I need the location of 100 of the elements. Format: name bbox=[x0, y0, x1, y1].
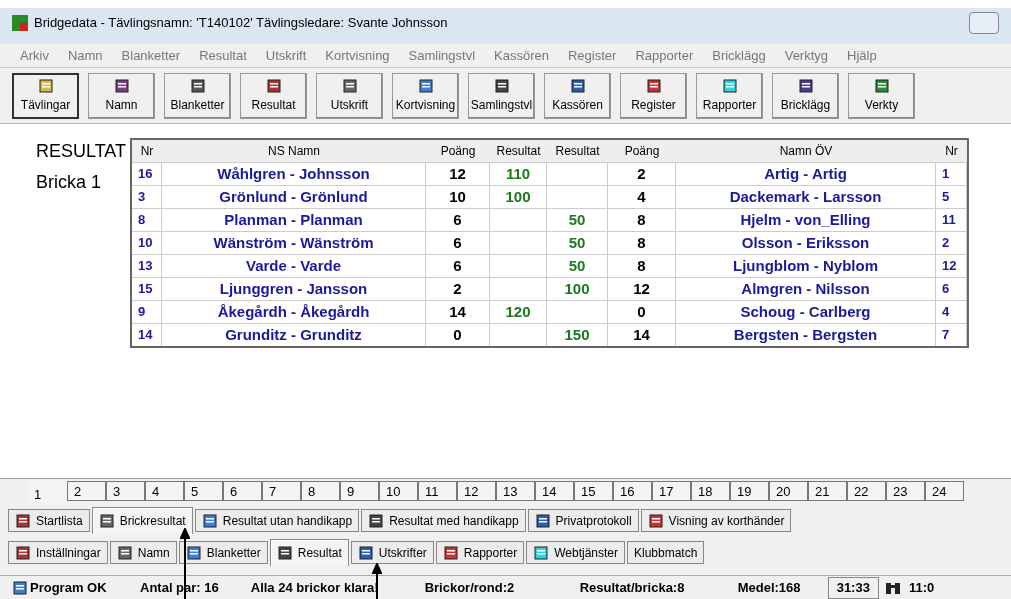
board-tab[interactable]: 11 bbox=[418, 481, 457, 501]
close-button[interactable] bbox=[969, 12, 999, 34]
column-header: NS Namn bbox=[267, 143, 321, 160]
menu-item[interactable]: Rapporter bbox=[635, 45, 694, 66]
board-tab[interactable]: 16 bbox=[613, 481, 652, 501]
tab[interactable]: Resultat med handikapp bbox=[361, 509, 526, 532]
table-cell-text: 9 bbox=[138, 303, 146, 322]
tab-icon bbox=[98, 513, 115, 529]
menu-item[interactable]: Namn bbox=[67, 45, 103, 66]
tab[interactable]: Webtjänster bbox=[526, 541, 625, 564]
table-cell-text: 120 bbox=[505, 301, 531, 322]
tab-icon bbox=[276, 545, 293, 561]
board-tab[interactable]: 14 bbox=[535, 481, 574, 501]
toolbar-button[interactable]: Kortvisning bbox=[392, 72, 459, 119]
tab-icon bbox=[533, 544, 550, 561]
table-cell-text: 0 bbox=[637, 301, 646, 322]
tab[interactable]: Visning av korthänder bbox=[640, 509, 792, 532]
time-text: 31:33 bbox=[827, 576, 879, 599]
column-header: Namn ÖV bbox=[778, 143, 834, 160]
board-tab[interactable]: 23 bbox=[886, 481, 925, 501]
window-title: Bridgedata - Tävlingsnamn: 'T140102' Tävlingsledare: Svante Johnsson bbox=[34, 14, 448, 33]
table-cell-text: 6 bbox=[453, 209, 462, 230]
board-tab[interactable]: 9 bbox=[340, 481, 379, 501]
toolbar-icon bbox=[873, 77, 890, 94]
board-tab[interactable]: 6 bbox=[223, 481, 262, 501]
menu-item[interactable]: Blanketter bbox=[121, 45, 181, 66]
board-tab[interactable]: 13 bbox=[496, 481, 535, 501]
toolbar-button[interactable]: Register bbox=[620, 72, 687, 119]
board-tab[interactable]: 24 bbox=[925, 481, 964, 501]
toolbar-icon bbox=[493, 77, 510, 94]
board-tab[interactable]: 3 bbox=[106, 481, 145, 501]
table-cell-text: 6 bbox=[453, 232, 462, 253]
table-cell-text: 1 bbox=[942, 165, 950, 184]
table-cell-text: Grönlund - Grönlund bbox=[219, 186, 368, 207]
tab[interactable]: Brickresultat bbox=[91, 507, 193, 534]
menu-item[interactable]: Utskrift bbox=[265, 45, 307, 66]
toolbar-button[interactable]: Samlingstvl bbox=[468, 72, 535, 119]
board-tab[interactable]: 10 bbox=[379, 481, 418, 501]
toolbar-button[interactable]: Rapporter bbox=[696, 72, 763, 119]
table-cell-text: 14 bbox=[449, 301, 466, 322]
board-tab[interactable]: 22 bbox=[847, 481, 886, 501]
tab[interactable]: Privatprotokoll bbox=[527, 509, 639, 532]
board-tab[interactable]: 20 bbox=[769, 481, 808, 501]
board-tab[interactable]: 8 bbox=[301, 481, 340, 501]
menu-item[interactable]: Kassören bbox=[494, 45, 549, 66]
board-tab[interactable]: 7 bbox=[262, 481, 301, 501]
board-tab[interactable]: 5 bbox=[184, 481, 223, 501]
table-cell-text: Planman - Planman bbox=[224, 209, 363, 230]
toolbar-button[interactable]: Blanketter bbox=[164, 72, 231, 119]
toolbar-button[interactable]: Verkty bbox=[848, 72, 915, 119]
tab[interactable]: Blanketter bbox=[178, 541, 268, 564]
toolbar-button[interactable]: Namn bbox=[88, 72, 155, 119]
table-cell-text: 6 bbox=[942, 280, 950, 299]
toolbar-button[interactable]: Kassören bbox=[544, 72, 611, 119]
table-cell-text: 2 bbox=[942, 234, 950, 253]
app-logo-icon bbox=[12, 15, 28, 31]
tab[interactable]: Inställningar bbox=[8, 541, 108, 564]
tab-icon bbox=[116, 544, 133, 561]
menu-item[interactable]: Resultat bbox=[199, 45, 247, 66]
toolbar-button[interactable]: Tävlingar bbox=[12, 72, 79, 119]
board-label: Bricka 1 bbox=[36, 171, 103, 194]
tab[interactable]: Rapporter bbox=[435, 541, 525, 564]
status-text: Program OK bbox=[30, 578, 108, 597]
menu-item[interactable]: Hjälp bbox=[847, 45, 877, 66]
tab-icon bbox=[201, 512, 218, 529]
menu-item[interactable]: Arkiv bbox=[20, 45, 49, 66]
tab-icon bbox=[534, 512, 551, 529]
toolbar-button[interactable]: Resultat bbox=[240, 72, 307, 119]
menu-item[interactable]: Kortvisning bbox=[325, 45, 390, 66]
board-tab[interactable]: 21 bbox=[808, 481, 847, 501]
tab[interactable]: Startlista bbox=[8, 509, 90, 532]
board-tab[interactable]: 17 bbox=[652, 481, 691, 501]
table-cell-text: Wåhlgren - Johnsson bbox=[217, 163, 370, 184]
toolbar-button[interactable]: Utskrift bbox=[316, 72, 383, 119]
toolbar-icon bbox=[797, 77, 814, 94]
table-cell-text: 100 bbox=[505, 186, 531, 207]
status-icon bbox=[12, 579, 28, 596]
table-cell-text: Schoug - Carlberg bbox=[740, 301, 871, 322]
column-header: Resultat bbox=[495, 143, 542, 160]
table-cell-text: 110 bbox=[505, 163, 531, 184]
board-tab[interactable]: 18 bbox=[691, 481, 730, 501]
tab[interactable]: Klubbmatch bbox=[627, 541, 705, 564]
menu-item[interactable]: Register bbox=[568, 45, 617, 66]
board-tab[interactable]: 1 bbox=[28, 481, 67, 503]
table-cell-text: 16 bbox=[138, 165, 153, 184]
menu-item[interactable]: Verktyg bbox=[784, 45, 829, 66]
menu-item[interactable]: Samlingstvl bbox=[408, 45, 476, 66]
tab[interactable]: Namn bbox=[109, 541, 177, 564]
menu-item[interactable]: Bricklägg bbox=[712, 45, 766, 66]
board-tab[interactable]: 15 bbox=[574, 481, 613, 501]
toolbar-button[interactable]: Bricklägg bbox=[772, 72, 839, 119]
tab[interactable]: Resultat bbox=[269, 539, 349, 566]
board-tab[interactable]: 4 bbox=[145, 481, 184, 501]
tab[interactable]: Utskrifter bbox=[350, 541, 434, 564]
table-cell-text: 6 bbox=[453, 255, 462, 276]
tab[interactable]: Resultat utan handikapp bbox=[194, 509, 360, 532]
board-tab[interactable]: 19 bbox=[730, 481, 769, 501]
table-cell-text: Wänström - Wänström bbox=[213, 232, 374, 253]
board-tab[interactable]: 12 bbox=[457, 481, 496, 501]
board-tab[interactable]: 2 bbox=[67, 481, 106, 501]
